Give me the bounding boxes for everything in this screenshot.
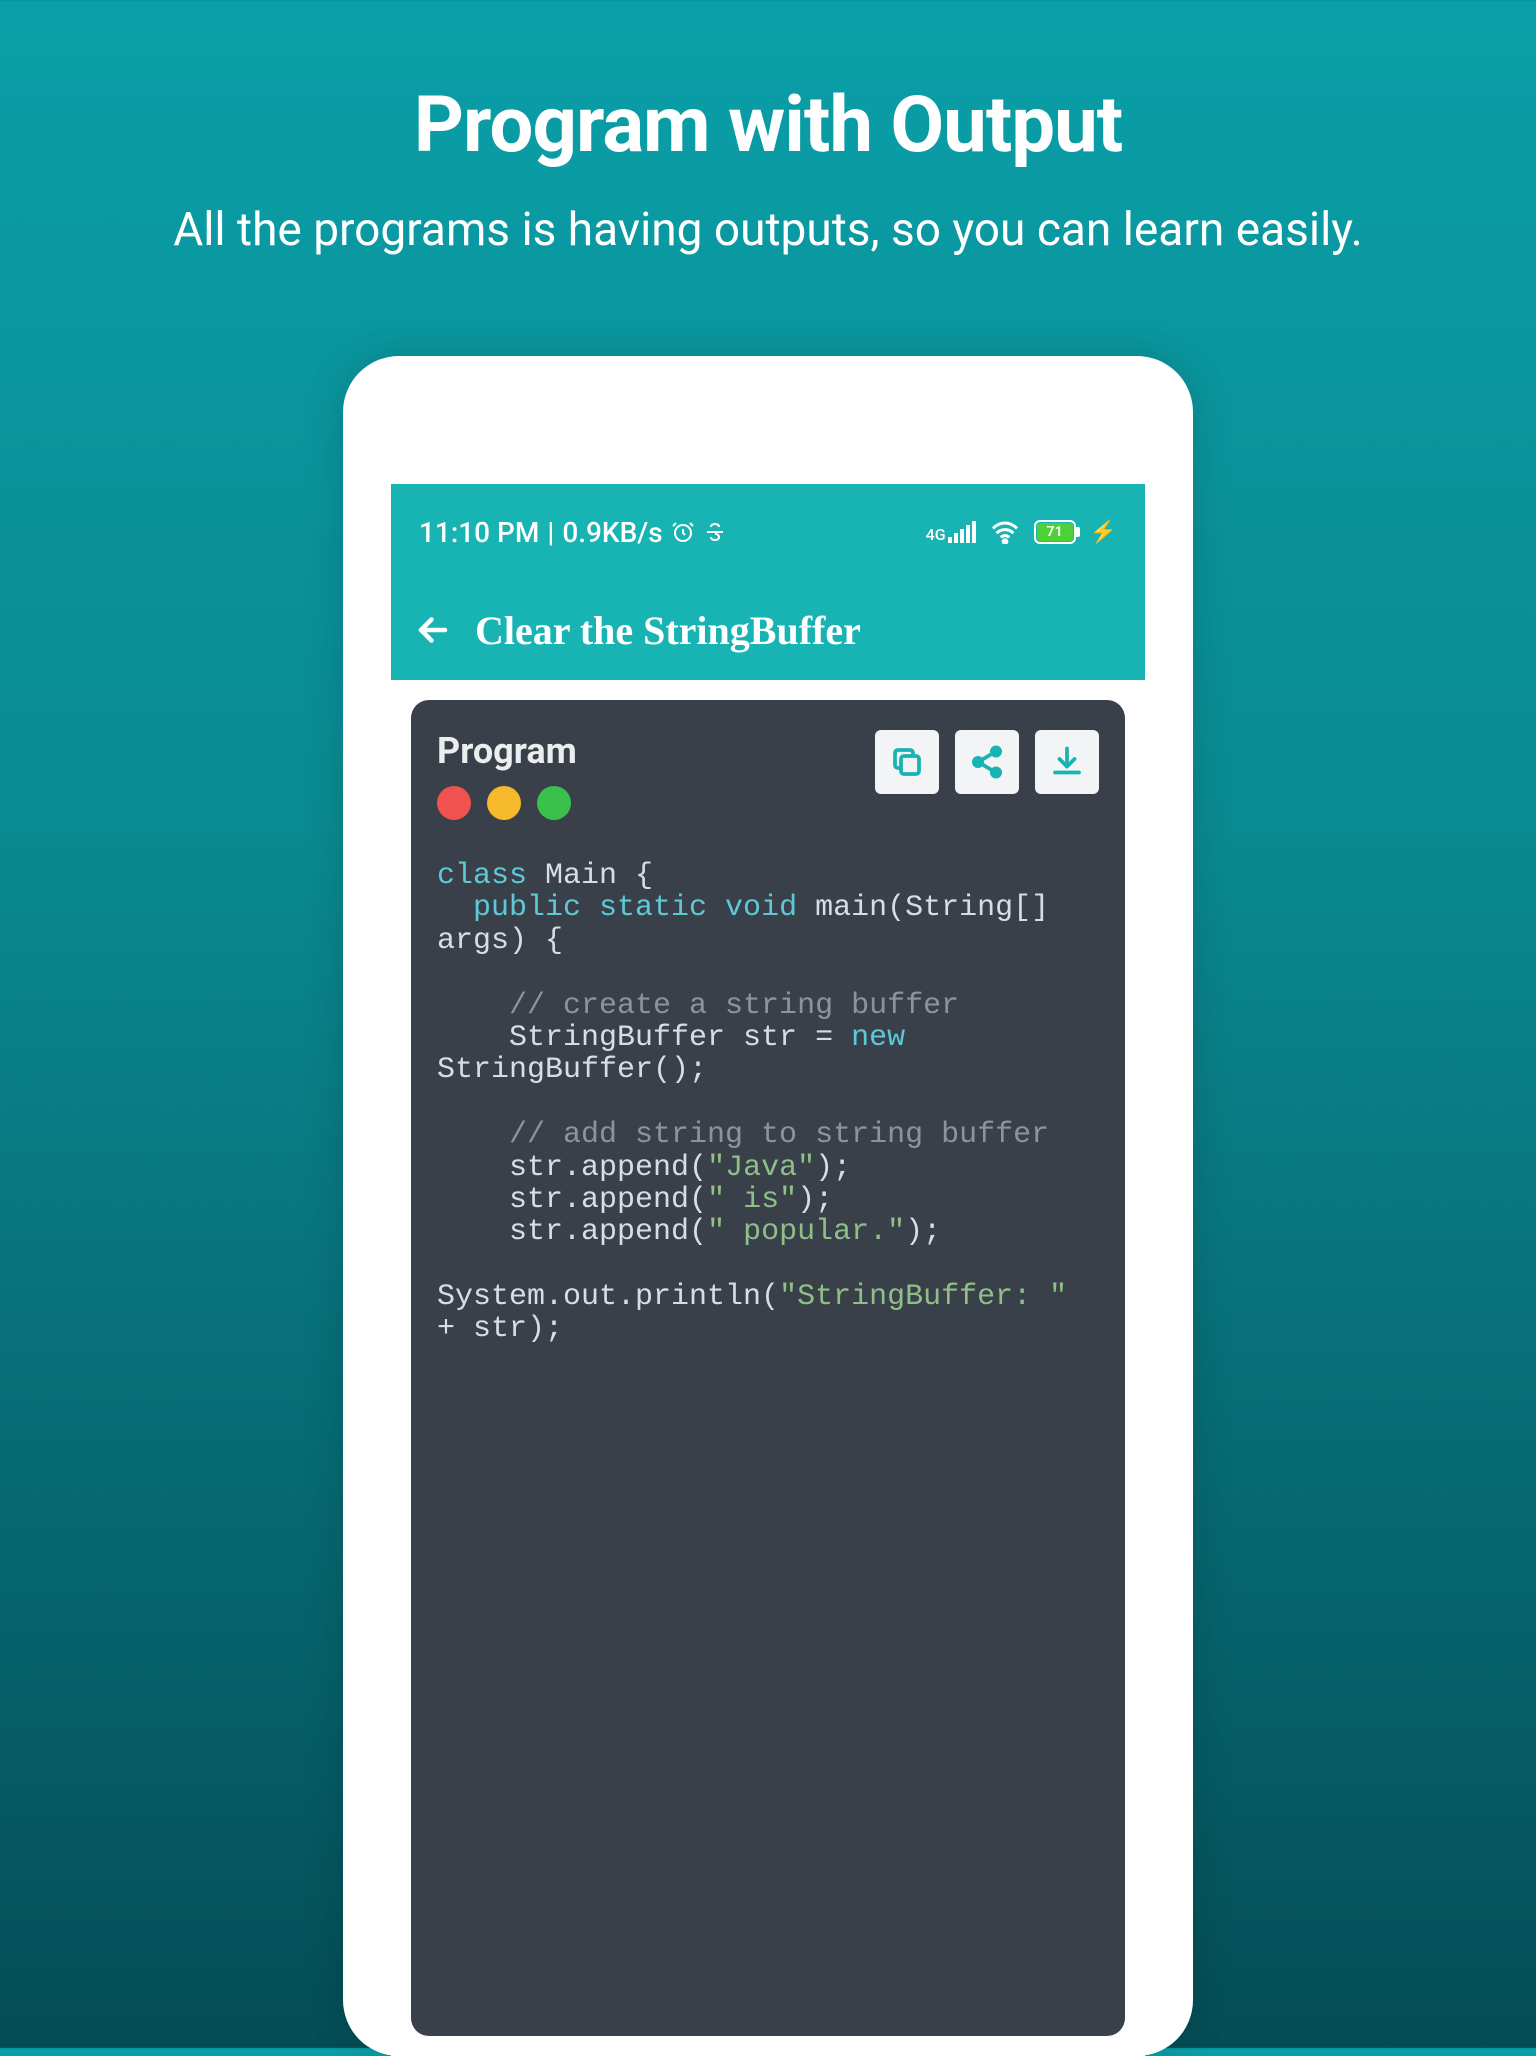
code-comment: // add string to string buffer [509, 1118, 1049, 1152]
code-text: ); [905, 1215, 941, 1249]
status-time: 11:10 PM [419, 516, 539, 549]
tablet-frame: 11:10 PM | 0.9KB/s 4G 71 [343, 356, 1193, 2056]
traffic-green-icon [537, 786, 571, 820]
promo-header: Program with Output All the programs is … [0, 0, 1536, 261]
code-comment: // create a string buffer [509, 989, 959, 1023]
status-right: 4G 71 ⚡ [926, 520, 1117, 545]
share-icon [969, 744, 1005, 780]
charging-bolt-icon: ⚡ [1090, 520, 1117, 545]
section-label: Program [437, 730, 577, 772]
copy-icon [889, 744, 925, 780]
status-net-speed: 0.9KB/s [562, 516, 662, 549]
signal-bars-icon [948, 521, 976, 543]
battery-icon: 71 [1034, 520, 1076, 544]
strikethrough-s-icon [703, 520, 727, 544]
share-button[interactable] [955, 730, 1019, 794]
promo-title: Program with Output [0, 80, 1536, 171]
download-button[interactable] [1035, 730, 1099, 794]
code-text: str.append( [509, 1151, 707, 1185]
code-string: " popular." [707, 1215, 905, 1249]
promo-subtitle: All the programs is having outputs, so y… [0, 201, 1536, 261]
page-title: Clear the StringBuffer [475, 607, 861, 654]
code-string: "StringBuffer: " [779, 1280, 1067, 1314]
cell-signal-icon: 4G [926, 521, 976, 543]
code-modifier: public static void [473, 891, 797, 925]
code-text: ); [815, 1151, 851, 1185]
traffic-red-icon [437, 786, 471, 820]
back-arrow-icon[interactable] [415, 612, 451, 648]
code-text: StringBuffer str = [509, 1021, 851, 1055]
code-block: class Main { public static void main(Str… [437, 860, 1099, 1346]
alarm-icon [671, 520, 695, 544]
wifi-icon [990, 520, 1020, 544]
status-left: 11:10 PM | 0.9KB/s [419, 516, 727, 549]
card-actions [875, 730, 1099, 794]
battery-level: 71 [1037, 523, 1073, 541]
code-text: Main { [527, 859, 653, 893]
net-type-label: 4G [926, 527, 946, 543]
download-icon [1049, 744, 1085, 780]
window-traffic-lights [437, 786, 577, 820]
code-text: ); [797, 1183, 833, 1217]
code-string: " is" [707, 1183, 797, 1217]
code-card: Program [411, 700, 1125, 2036]
card-header: Program [437, 730, 1099, 820]
copy-button[interactable] [875, 730, 939, 794]
code-keyword: new [851, 1021, 905, 1055]
code-text: System.out.println( [437, 1280, 779, 1314]
code-text: str.append( [509, 1183, 707, 1217]
code-text: str.append( [509, 1215, 707, 1249]
app-bar: Clear the StringBuffer [391, 580, 1145, 680]
code-string: "Java" [707, 1151, 815, 1185]
traffic-yellow-icon [487, 786, 521, 820]
content-area: Program [391, 680, 1145, 2056]
status-bar: 11:10 PM | 0.9KB/s 4G 71 [391, 484, 1145, 580]
status-sep: | [547, 516, 554, 549]
device-screen: 11:10 PM | 0.9KB/s 4G 71 [391, 484, 1145, 2056]
code-keyword: class [437, 859, 527, 893]
